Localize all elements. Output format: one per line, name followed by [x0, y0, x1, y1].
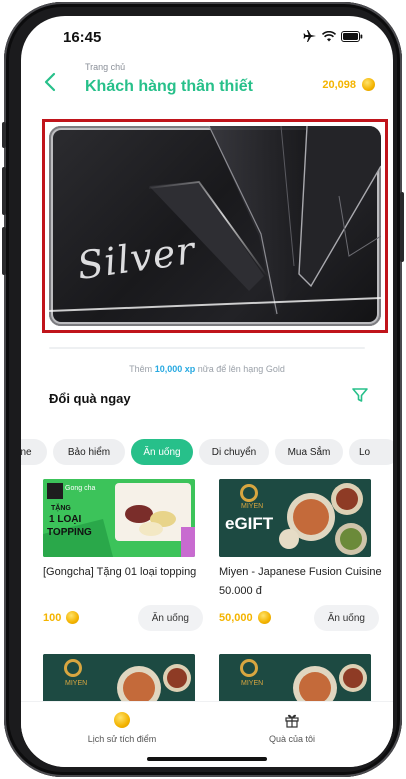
coin-icon — [66, 611, 80, 624]
product-thumbnail: MIYEN eGIFT — [219, 479, 371, 557]
chip-food-drink[interactable]: Ăn uống — [131, 439, 193, 465]
wifi-icon — [322, 30, 336, 41]
points-balance: 20,098 — [322, 78, 375, 91]
chip-partial-left[interactable]: ne — [21, 439, 47, 465]
coin-icon — [362, 78, 375, 91]
category-tag-button[interactable]: Ăn uống — [313, 605, 379, 631]
product-card[interactable]: Gong cha TẶNG 1 LOẠI TOPPING [Gongcha] T… — [43, 479, 203, 631]
gongcha-brand: Gong cha — [65, 485, 96, 492]
chip-partial-right[interactable]: Lo — [349, 439, 393, 465]
filter-icon[interactable] — [351, 386, 369, 404]
miyen-brand: MIYEN — [241, 680, 264, 687]
gift-icon — [285, 714, 299, 728]
breadcrumb[interactable]: Trang chủ — [85, 62, 125, 72]
battery-icon — [341, 30, 363, 42]
product-name: [Gongcha] Tặng 01 loại topping — [43, 566, 197, 578]
xp-note-amount: 10,000 xp — [154, 364, 196, 374]
xp-progress-note: Thêm 10,000 xp nữa để lên hạng Gold — [21, 364, 393, 374]
nav-my-gifts[interactable]: Quà của tôi — [217, 712, 367, 744]
back-arrow-icon[interactable] — [39, 70, 63, 94]
chip-shopping[interactable]: Mua Sắm — [275, 439, 343, 465]
miyen-brand: MIYEN — [241, 503, 264, 510]
nav-points-history[interactable]: Lịch sử tích điểm — [47, 712, 197, 744]
nav-my-gifts-label: Quà của tôi — [268, 734, 316, 744]
product-name: Miyen - Japanese Fusion Cuisine 50.000 đ — [219, 566, 382, 597]
promo-line2: TOPPING — [47, 527, 92, 538]
price-value: 50,000 — [219, 611, 253, 624]
points-value: 20,098 — [322, 78, 356, 91]
chip-insurance[interactable]: Bảo hiểm — [53, 439, 125, 465]
airplane-icon — [303, 30, 316, 42]
mute-switch — [2, 122, 6, 148]
card-highlight-frame: Silver — [42, 119, 388, 333]
page-title: Khách hàng thân thiết — [85, 78, 253, 95]
volume-down-button — [2, 227, 6, 275]
status-bar: 16:45 — [21, 16, 393, 56]
promo-tag: TẶNG — [51, 505, 71, 512]
category-tag-button[interactable]: Ăn uống — [137, 605, 203, 631]
card-pattern — [49, 126, 381, 316]
promo-line1: 1 LOẠI — [49, 514, 82, 525]
product-price-row: 50,000 Ăn uống — [219, 605, 379, 631]
chip-transport[interactable]: Di chuyển — [199, 439, 269, 465]
product-price-row: 100 Ăn uống — [43, 605, 203, 631]
nav-points-history-label: Lịch sử tích điểm — [87, 734, 157, 744]
egift-label: eGIFT — [225, 514, 274, 533]
status-icons — [303, 30, 363, 42]
home-indicator[interactable] — [147, 757, 267, 761]
section-title: Đổi quà ngay — [49, 391, 131, 406]
coin-icon — [114, 712, 130, 728]
product-price: 50,000 — [219, 611, 271, 624]
membership-card[interactable]: Silver — [49, 126, 381, 326]
status-time: 16:45 — [63, 29, 102, 46]
xp-note-prefix: Thêm — [129, 364, 153, 374]
volume-up-button — [2, 167, 6, 215]
phone-frame: 16:45 Trang chủ Khách hàng thân thiết 20… — [2, 2, 404, 777]
product-thumbnail: Gong cha TẶNG 1 LOẠI TOPPING — [43, 479, 195, 557]
category-chips: ne Bảo hiểm Ăn uống Di chuyển Mua Sắm Lo — [21, 439, 393, 465]
price-value: 100 — [43, 611, 62, 624]
progress-divider — [49, 347, 365, 349]
app-screen: 16:45 Trang chủ Khách hàng thân thiết 20… — [21, 16, 393, 767]
xp-note-suffix: nữa để lên hạng Gold — [197, 364, 285, 374]
power-button — [400, 192, 404, 262]
miyen-brand: MIYEN — [65, 680, 88, 687]
product-card[interactable]: MIYEN eGIFT Miyen - Japanese Fusion Cuis… — [219, 479, 382, 631]
header: Trang chủ Khách hàng thân thiết 20,098 — [21, 58, 393, 108]
coin-icon — [257, 611, 271, 624]
product-price: 100 — [43, 611, 80, 624]
bottom-navigation: Lịch sử tích điểm Quà của tôi — [21, 701, 393, 767]
